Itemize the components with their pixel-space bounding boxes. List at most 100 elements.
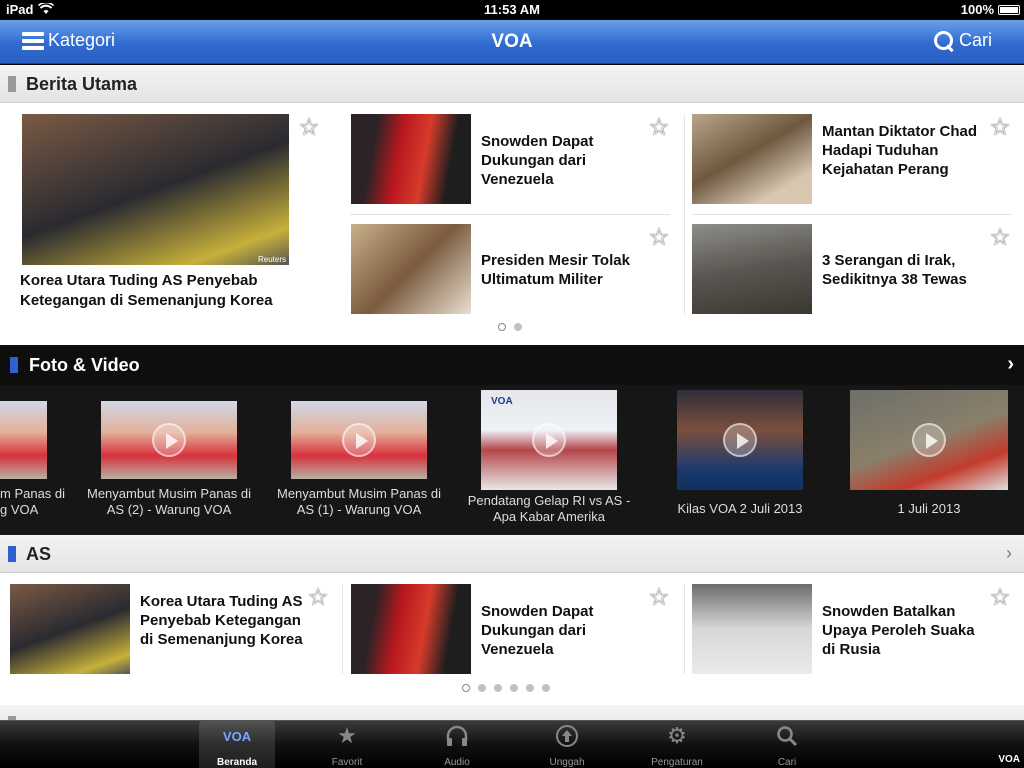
video-caption[interactable]: Kilas VOA 2 Juli 2013 [660, 501, 820, 517]
video-caption[interactable]: 1 Juli 2013 [850, 501, 1008, 517]
featured-story-headline[interactable]: Korea Utara Tuding AS Penyebab Keteganga… [20, 271, 320, 311]
chevron-right-icon[interactable]: › [1006, 543, 1012, 564]
story-image[interactable] [692, 114, 812, 204]
section-header-berita-utama: Berita Utama [0, 65, 1024, 103]
video-caption[interactable]: m Panas di g VOA [0, 486, 70, 518]
video-thumbnail[interactable]: VOA [481, 390, 617, 490]
favorite-star-icon[interactable]: ☆ [646, 226, 672, 252]
row-divider [692, 214, 1012, 215]
favorite-star-icon[interactable]: ☆ [646, 586, 672, 612]
content-area[interactable]: Berita Utama Reuters ☆ Korea Utara Tudin… [0, 65, 1024, 720]
battery-percent: 100% [960, 2, 994, 17]
story-image[interactable] [351, 114, 471, 204]
play-icon [152, 423, 186, 457]
tab-audio[interactable]: Audio [419, 721, 495, 768]
video-thumbnail[interactable] [850, 390, 1008, 490]
page-dot[interactable] [478, 684, 486, 692]
gear-icon: ⚙ [667, 723, 687, 748]
status-bar: iPad 11:53 AM 100% [0, 0, 1024, 20]
section-marker [8, 546, 16, 562]
app-title: VOA [491, 31, 533, 52]
story-image[interactable] [351, 584, 471, 674]
story-image[interactable] [692, 584, 812, 674]
section-header-next [0, 705, 1024, 720]
story-image[interactable] [10, 584, 130, 674]
page-dot[interactable] [494, 684, 502, 692]
page-dot[interactable] [462, 684, 470, 692]
favorite-star-icon[interactable]: ☆ [646, 116, 672, 142]
story-headline[interactable]: Snowden Dapat Dukungan dari Venezuela [481, 132, 641, 189]
section-title: Foto & Video [29, 355, 140, 375]
page-dot[interactable] [510, 684, 518, 692]
tab-label: Unggah [549, 757, 585, 768]
favorite-star-icon[interactable]: ☆ [305, 586, 331, 612]
video-thumbnail[interactable] [291, 401, 427, 479]
chevron-right-icon[interactable]: › [1007, 353, 1014, 376]
tab-bar: VOA Beranda ★ Favorit Audio Unggah ⚙ Pen… [0, 720, 1024, 768]
page-dot[interactable] [526, 684, 534, 692]
voa-logo-icon: VOA [491, 396, 513, 407]
section-marker [8, 76, 16, 92]
story-headline[interactable]: Mantan Diktator Chad Hadapi Tuduhan Keja… [822, 122, 982, 179]
column-divider [342, 584, 343, 674]
video-thumbnail[interactable] [0, 401, 47, 479]
story-headline[interactable]: Presiden Mesir Tolak Ultimatum Militer [481, 251, 646, 289]
cari-label: Cari [958, 30, 992, 50]
page-dot[interactable] [542, 684, 550, 692]
search-icon [749, 721, 825, 751]
tab-label: Audio [444, 757, 470, 768]
favorite-star-icon[interactable]: ☆ [296, 116, 322, 142]
voa-logo-icon: VOA [222, 728, 252, 744]
column-divider [684, 115, 685, 315]
tab-label: Pengaturan [651, 757, 703, 768]
headphones-icon [419, 721, 495, 751]
play-icon [723, 423, 757, 457]
featured-story-image[interactable]: Reuters [22, 114, 289, 265]
video-thumbnail[interactable] [101, 401, 237, 479]
section-title: AS [26, 544, 52, 564]
column-divider [684, 584, 685, 674]
search-icon [933, 30, 954, 51]
section-title: Berita Utama [26, 74, 138, 94]
navigation-bar: Kategori VOA Cari [0, 20, 1024, 64]
video-caption[interactable]: Pendatang Gelap RI vs AS - Apa Kabar Ame… [460, 493, 638, 525]
page-indicator[interactable] [498, 323, 522, 331]
page-dot[interactable] [514, 323, 522, 331]
story-headline[interactable]: Snowden Batalkan Upaya Peroleh Suaka di … [822, 602, 992, 659]
tab-favorit[interactable]: ★ Favorit [309, 721, 385, 768]
tab-unggah[interactable]: Unggah [529, 721, 605, 768]
page-dot[interactable] [498, 323, 506, 331]
status-time: 11:53 AM [484, 2, 540, 17]
photo-credit: Reuters [257, 255, 286, 264]
section-header-foto-video[interactable]: Foto & Video › [0, 345, 1024, 385]
play-icon [342, 423, 376, 457]
video-caption[interactable]: Menyambut Musim Panas di AS (2) - Warung… [80, 486, 258, 518]
foto-video-section: Foto & Video › m Panas di g VOA Menyambu… [0, 345, 1024, 535]
play-icon [532, 423, 566, 457]
tab-beranda[interactable]: VOA Beranda [199, 721, 275, 768]
section-header-as[interactable]: AS › [0, 535, 1024, 573]
favorite-star-icon[interactable]: ☆ [987, 116, 1013, 142]
page-indicator[interactable] [462, 684, 550, 692]
story-image[interactable] [351, 224, 471, 314]
story-headline[interactable]: Snowden Dapat Dukungan dari Venezuela [481, 602, 641, 659]
star-icon: ★ [337, 723, 357, 748]
tab-cari[interactable]: Cari [749, 721, 825, 768]
tab-label: Beranda [216, 757, 257, 768]
tab-pengaturan[interactable]: ⚙ Pengaturan [639, 721, 715, 768]
row-divider [350, 214, 670, 215]
tab-label: Favorit [331, 757, 363, 768]
voa-watermark: VOA [998, 754, 1020, 765]
favorite-star-icon[interactable]: ☆ [987, 586, 1013, 612]
story-headline[interactable]: Korea Utara Tuding AS Penyebab Keteganga… [140, 592, 305, 649]
battery-icon [998, 5, 1020, 15]
video-thumbnail[interactable] [677, 390, 803, 490]
video-caption[interactable]: Menyambut Musim Panas di AS (1) - Warung… [270, 486, 448, 518]
tab-label: Cari [777, 757, 797, 768]
upload-icon [529, 721, 605, 751]
story-image[interactable] [692, 224, 812, 314]
cari-button[interactable]: Cari [933, 30, 992, 51]
favorite-star-icon[interactable]: ☆ [987, 226, 1013, 252]
section-marker [10, 357, 18, 373]
story-headline[interactable]: 3 Serangan di Irak, Sedikitnya 38 Tewas [822, 251, 982, 289]
